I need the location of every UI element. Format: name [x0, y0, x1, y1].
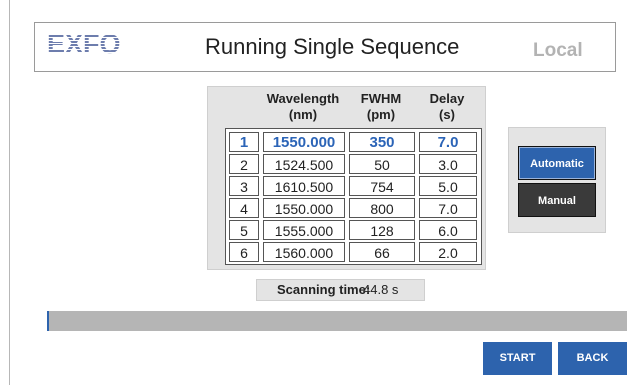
fwhm-cell[interactable]: 50 [349, 154, 415, 174]
row-index-cell: 1 [229, 132, 259, 152]
fwhm-cell[interactable]: 66 [349, 242, 415, 262]
scan-mode-panel: Automatic Manual [508, 127, 606, 233]
exfo-logo: EXFO [47, 29, 121, 59]
delay-cell[interactable]: 5.0 [419, 176, 477, 196]
start-button[interactable]: START [483, 342, 552, 375]
column-header-unit: (s) [439, 107, 455, 122]
row-index-cell: 3 [229, 176, 259, 196]
wavelength-cell[interactable]: 1555.000 [263, 220, 345, 240]
column-header-unit: (pm) [366, 107, 396, 122]
column-header-fwhm: FWHM (pm) [348, 91, 414, 123]
column-header-label: FWHM [360, 91, 402, 106]
row-index-cell: 5 [229, 220, 259, 240]
column-header-unit: (nm) [288, 107, 318, 122]
wavelength-cell[interactable]: 1524.500 [263, 154, 345, 174]
manual-button[interactable]: Manual [518, 183, 596, 217]
scanning-time-value: 44.8 s [363, 282, 399, 297]
column-header-label: Wavelength [266, 91, 340, 106]
column-header-delay: Delay (s) [418, 91, 476, 123]
row-index-cell: 2 [229, 154, 259, 174]
wavelength-cell[interactable]: 1550.000 [263, 198, 345, 218]
fwhm-cell[interactable]: 128 [349, 220, 415, 240]
header-bar: EXFO Running Single Sequence Local [34, 22, 616, 72]
delay-cell[interactable]: 7.0 [419, 132, 477, 152]
control-mode-label: Local [533, 40, 583, 61]
column-header-wavelength: Wavelength (nm) [260, 91, 346, 123]
fwhm-cell[interactable]: 350 [349, 132, 415, 152]
back-button[interactable]: BACK [558, 342, 627, 375]
delay-cell[interactable]: 2.0 [419, 242, 477, 262]
fwhm-cell[interactable]: 800 [349, 198, 415, 218]
automatic-button[interactable]: Automatic [518, 146, 596, 180]
wavelength-cell[interactable]: 1560.000 [263, 242, 345, 262]
delay-cell[interactable]: 6.0 [419, 220, 477, 240]
scan-progress-fill [47, 311, 49, 331]
scanning-time-box: Scanning time: 44.8 s [256, 279, 425, 301]
scanning-time-label: Scanning time: [277, 282, 371, 297]
scan-progress-bar [47, 311, 627, 331]
row-index-cell: 6 [229, 242, 259, 262]
fwhm-cell[interactable]: 754 [349, 176, 415, 196]
sequence-table-panel: Wavelength (nm) FWHM (pm) Delay (s) 1 15… [207, 86, 486, 270]
delay-cell[interactable]: 7.0 [419, 198, 477, 218]
sequence-table: 1 1550.000 350 7.0 2 1524.500 50 3.0 3 1… [225, 128, 482, 265]
wavelength-cell[interactable]: 1610.500 [263, 176, 345, 196]
wavelength-cell[interactable]: 1550.000 [263, 132, 345, 152]
row-index-cell: 4 [229, 198, 259, 218]
delay-cell[interactable]: 3.0 [419, 154, 477, 174]
column-header-label: Delay [429, 91, 465, 106]
page-title: Running Single Sequence [205, 34, 460, 59]
